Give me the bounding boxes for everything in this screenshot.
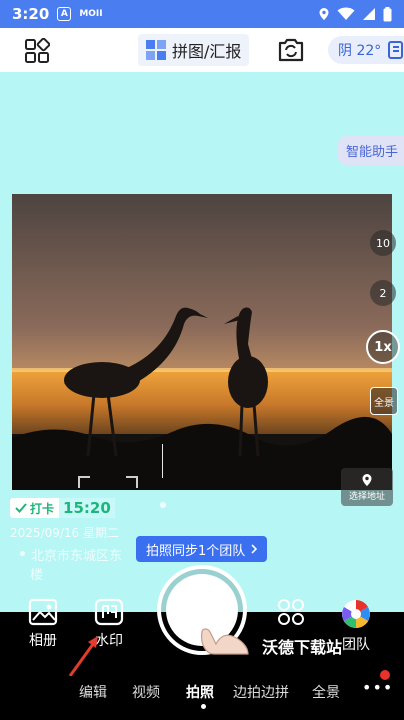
more-apps-button[interactable] <box>276 598 306 626</box>
battery-icon <box>383 6 392 21</box>
pintu-report-button[interactable]: 拼图/汇报 <box>138 34 250 66</box>
mode-photo[interactable]: 拍照 <box>186 682 214 702</box>
wifi-icon <box>337 7 355 20</box>
bullet-dot <box>20 551 25 556</box>
focus-corner-tl <box>78 476 90 488</box>
more-modes-button[interactable]: ••• <box>362 678 393 697</box>
album-label: 相册 <box>29 633 57 649</box>
top-toolbar: 拼图/汇报 阴 22° <box>0 28 404 72</box>
signal-icon <box>363 8 375 20</box>
flip-camera-icon[interactable] <box>276 36 306 64</box>
team-button[interactable]: 团队 <box>340 598 372 654</box>
location-pin-icon <box>362 473 372 486</box>
mode-edit[interactable]: 编辑 <box>79 682 107 702</box>
select-address-button[interactable]: 选择地址 <box>341 468 393 506</box>
team-icon <box>342 600 370 628</box>
team-label: 团队 <box>342 637 370 653</box>
location-status-icon <box>319 8 329 20</box>
watermark-address-line2: 楼 <box>30 568 44 583</box>
book-icon <box>388 41 404 59</box>
camera-preview[interactable]: 智能助手 10 2 1x 全景 选择地址 打卡 15:20 2025/09/16… <box>0 72 404 612</box>
select-address-label: 选择地址 <box>348 491 385 502</box>
pintu-label: 拼图/汇报 <box>172 42 242 61</box>
status-small-text: MOII <box>79 9 103 19</box>
daka-label: 打卡 <box>30 501 55 516</box>
sync-label: 拍照同步1个团队 <box>146 543 246 559</box>
zoom-2-button[interactable]: 2 <box>370 280 396 306</box>
mode-bar: 编辑 视频 拍照 边拍边拼 全景 ••• <box>0 676 404 720</box>
mode-shoot-and-stitch[interactable]: 边拍边拼 <box>233 682 289 702</box>
panorama-toggle[interactable]: 全景 <box>370 387 398 415</box>
notification-a-icon: A <box>57 7 72 21</box>
album-button[interactable]: 相册 <box>28 598 58 650</box>
zoom-10-button[interactable]: 10 <box>370 230 396 256</box>
check-icon <box>15 503 27 513</box>
zoom-1x-button[interactable]: 1x <box>366 330 400 364</box>
watermark-stamp-icon <box>94 598 124 626</box>
sync-team-pill[interactable]: 拍照同步1个团队 <box>136 536 268 562</box>
watermark-time: 15:20 <box>59 498 115 518</box>
clover-grid-icon <box>278 599 304 625</box>
collage-icon <box>146 40 166 60</box>
album-icon <box>28 598 58 626</box>
status-bar: 3:20 A MOII <box>0 0 404 28</box>
active-mode-indicator <box>201 704 206 709</box>
mode-video[interactable]: 视频 <box>132 682 160 702</box>
apps-grid-icon[interactable] <box>24 38 50 64</box>
status-time: 3:20 <box>12 5 50 23</box>
weather-pill[interactable]: 阴 22° <box>328 36 404 64</box>
watermark-address-text: 北京市东城区东 <box>31 549 123 564</box>
daka-badge: 打卡 <box>10 498 60 518</box>
red-arrow-annotation <box>68 636 98 677</box>
chevron-right-icon <box>251 544 258 554</box>
weather-text: 阴 22° <box>338 43 382 59</box>
preview-photo-cranes <box>12 194 392 490</box>
mode-panorama[interactable]: 全景 <box>312 682 340 702</box>
focus-corner-tr <box>126 476 138 488</box>
smart-assistant-button[interactable]: 智能助手 <box>337 136 404 165</box>
notification-dot <box>380 670 390 680</box>
exposure-slider[interactable] <box>162 444 163 478</box>
site-watermark-text: 沃德下载站 <box>262 638 343 657</box>
hand-tap-icon <box>201 628 249 655</box>
